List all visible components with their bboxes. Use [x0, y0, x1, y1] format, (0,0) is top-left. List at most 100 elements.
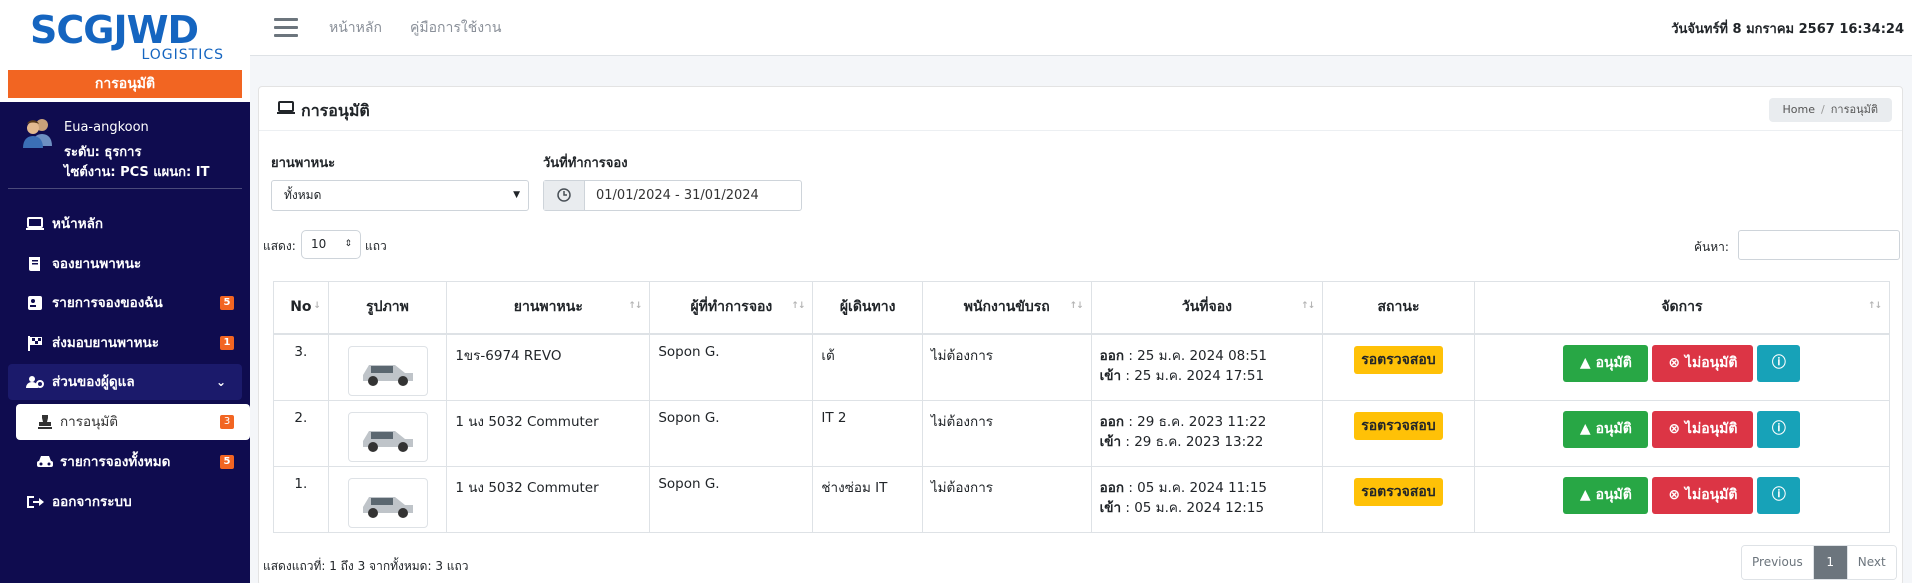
menu-toggle-icon[interactable] — [274, 18, 298, 38]
pagination-previous-button[interactable]: Previous — [1742, 546, 1814, 579]
sidebar-item-book-vehicle[interactable]: จองยานพาหนะ — [8, 246, 250, 282]
column-header-vehicle[interactable]: ยานพาหนะ ↑↓ — [446, 281, 651, 335]
sidebar-item-admin-section[interactable]: ส่วนของผู้ดูแล ⌄ — [8, 364, 242, 400]
count-badge: 5 — [220, 296, 234, 310]
sidebar-item-home[interactable]: หน้าหลัก — [8, 206, 250, 242]
sort-icon: ↑↓ — [1069, 301, 1084, 311]
date-range-input[interactable]: 01/01/2024 - 31/01/2024 — [543, 180, 802, 211]
approve-button[interactable]: ▲ อนุมัติ — [1563, 476, 1649, 514]
cell-status: รอตรวจสอบ — [1322, 465, 1475, 533]
laptop-icon — [26, 217, 44, 230]
cell-image — [327, 465, 448, 533]
pagination-page-1[interactable]: 1 — [1813, 546, 1847, 579]
vehicle-filter-value: ทั้งหมด — [284, 188, 322, 202]
cell-booking-date: ออก : 25 ม.ค. 2024 08:51 เข้า : 25 ม.ค. … — [1090, 333, 1324, 401]
cell-booker: Sopon G. — [649, 333, 814, 401]
stamp-icon — [38, 415, 52, 429]
sidebar-item-logout[interactable]: ออกจากระบบ — [8, 484, 250, 520]
count-badge: 1 — [220, 336, 234, 350]
approve-button[interactable]: ▲ อนุมัติ — [1563, 410, 1649, 448]
vehicle-thumbnail[interactable] — [347, 477, 428, 528]
column-header-booker[interactable]: ผู้ที่ทำการจอง ↑↓ — [649, 281, 814, 335]
sidebar-item-label: การอนุมัติ — [60, 414, 119, 430]
vehicle-filter-select[interactable]: ทั้งหมด ▼ — [271, 180, 529, 211]
info-circle-icon: ⓘ — [1771, 486, 1786, 503]
count-badge: 5 — [220, 455, 234, 469]
chevron-down-icon: ⌄ — [215, 375, 226, 389]
cell-image — [327, 399, 448, 467]
page-length-label: แสดง: — [263, 239, 296, 253]
sidebar-item-label: รายการจองของฉัน — [52, 295, 163, 311]
cell-no: 1. — [273, 465, 329, 533]
flag-icon — [28, 336, 42, 351]
cell-no: 3. — [273, 333, 329, 401]
vehicle-thumbnail[interactable] — [347, 345, 428, 396]
return-time: เข้า : 05 ม.ค. 2024 12:15 — [1099, 499, 1265, 516]
return-time: เข้า : 25 ม.ค. 2024 17:51 — [1099, 367, 1265, 384]
breadcrumb-separator: / — [1821, 103, 1825, 116]
search-label: ค้นหา: — [1694, 240, 1729, 254]
module-badge: การอนุมัติ — [8, 70, 242, 98]
sidebar-item-label: ส่งมอบยานพาหนะ — [52, 335, 159, 351]
user-site: ไซต์งาน: PCS แผนก: IT — [64, 165, 210, 180]
cell-vehicle: 1ขร-6974 REVO — [446, 333, 651, 401]
vehicle-thumbnail[interactable] — [347, 411, 428, 462]
sidebar-item-approval[interactable]: การอนุมัติ 3 — [16, 404, 250, 440]
cell-actions: ▲ อนุมัติ ⊗ ไม่อนุมัติ ⓘ — [1473, 333, 1891, 401]
sidebar-item-label: ส่วนของผู้ดูแล — [52, 374, 135, 390]
info-button[interactable]: ⓘ — [1757, 344, 1801, 382]
sidebar-item-deliver-vehicle[interactable]: ส่งมอบยานพาหนะ 1 — [8, 325, 250, 361]
car-icon — [37, 456, 53, 467]
brand-area: SCGJWD LOGISTICS การอนุมัติ — [0, 0, 250, 102]
column-header-driver[interactable]: พนักงานขับรถ ↑↓ — [921, 281, 1092, 335]
info-button[interactable]: ⓘ — [1757, 410, 1801, 448]
info-button[interactable]: ⓘ — [1757, 476, 1801, 514]
pagination-next-button[interactable]: Next — [1846, 546, 1896, 579]
status-badge: รอตรวจสอบ — [1354, 411, 1443, 440]
cell-booking-date: ออก : 29 ธ.ค. 2023 11:22 เข้า : 29 ธ.ค. … — [1090, 399, 1324, 467]
column-header-actions[interactable]: จัดการ ↑↓ — [1473, 281, 1891, 335]
times-circle-icon: ⊗ — [1668, 486, 1681, 503]
times-circle-icon: ⊗ — [1668, 420, 1681, 437]
breadcrumb-home-link[interactable]: Home — [1783, 103, 1815, 116]
breadcrumb-current: การอนุมัติ — [1830, 103, 1878, 116]
sort-icon: ↑↓ — [791, 301, 805, 311]
date-range-value: 01/01/2024 - 31/01/2024 — [596, 188, 759, 203]
laptop-icon — [277, 101, 295, 114]
card-header: การอนุมัติ Home / การอนุมัติ — [259, 87, 1902, 131]
clock-icon — [557, 188, 571, 202]
return-time: เข้า : 29 ธ.ค. 2023 13:22 — [1099, 433, 1264, 450]
cell-actions: ▲ อนุมัติ ⊗ ไม่อนุมัติ ⓘ — [1473, 399, 1891, 467]
reject-button[interactable]: ⊗ ไม่อนุมัติ — [1652, 476, 1754, 514]
user-level: ระดับ: ธุรการ — [64, 145, 142, 160]
logo-subtext: LOGISTICS — [141, 47, 224, 63]
page-length-suffix: แถว — [365, 239, 387, 253]
cell-image — [327, 333, 448, 401]
count-badge: 3 — [220, 415, 234, 429]
scgjwd-logo[interactable]: SCGJWD LOGISTICS — [28, 8, 224, 64]
cell-traveler: IT 2 — [812, 399, 923, 467]
stamp-icon: ▲ — [1579, 354, 1591, 371]
page-length-select[interactable]: 10 ⇕ — [301, 230, 361, 259]
table-row: 1. 1 นง 5032 Commuter Sopon G. ช่างซ่อม … — [273, 465, 1891, 533]
column-header-image: รูปภาพ — [327, 281, 448, 335]
sidebar-item-my-bookings[interactable]: รายการจองของฉัน 5 — [8, 285, 250, 321]
reject-button[interactable]: ⊗ ไม่อนุมัติ — [1652, 344, 1754, 382]
sort-caret-icon: ⇕ — [344, 239, 352, 249]
column-header-no[interactable]: No ↓ — [273, 281, 329, 335]
sidebar-item-label: หน้าหลัก — [52, 216, 104, 232]
approve-button[interactable]: ▲ อนุมัติ — [1563, 344, 1649, 382]
column-header-booking-date[interactable]: วันที่จอง ↑↓ — [1090, 281, 1324, 335]
breadcrumb: Home / การอนุมัติ — [1768, 98, 1892, 122]
reject-button[interactable]: ⊗ ไม่อนุมัติ — [1652, 410, 1754, 448]
table-header-row: No ↓ รูปภาพ ยานพาหนะ ↑↓ ผู้ที่ทำการจอง ↑↓ ผ… — [273, 281, 1891, 335]
table-info: แสดงแถวที่: 1 ถึง 3 จากทั้งหมด: 3 แถว — [263, 559, 469, 573]
users-cog-icon — [26, 376, 44, 388]
search-input[interactable] — [1738, 230, 1900, 260]
vehicle-image — [362, 496, 413, 518]
sidebar-item-all-bookings[interactable]: รายการจองทั้งหมด 5 — [16, 444, 250, 480]
column-header-status: สถานะ — [1322, 281, 1475, 335]
top-nav-manual-link[interactable]: คู่มือการใช้งาน — [410, 17, 501, 39]
caret-down-icon: ▼ — [513, 190, 520, 200]
top-nav-home-link[interactable]: หน้าหลัก — [329, 17, 382, 39]
